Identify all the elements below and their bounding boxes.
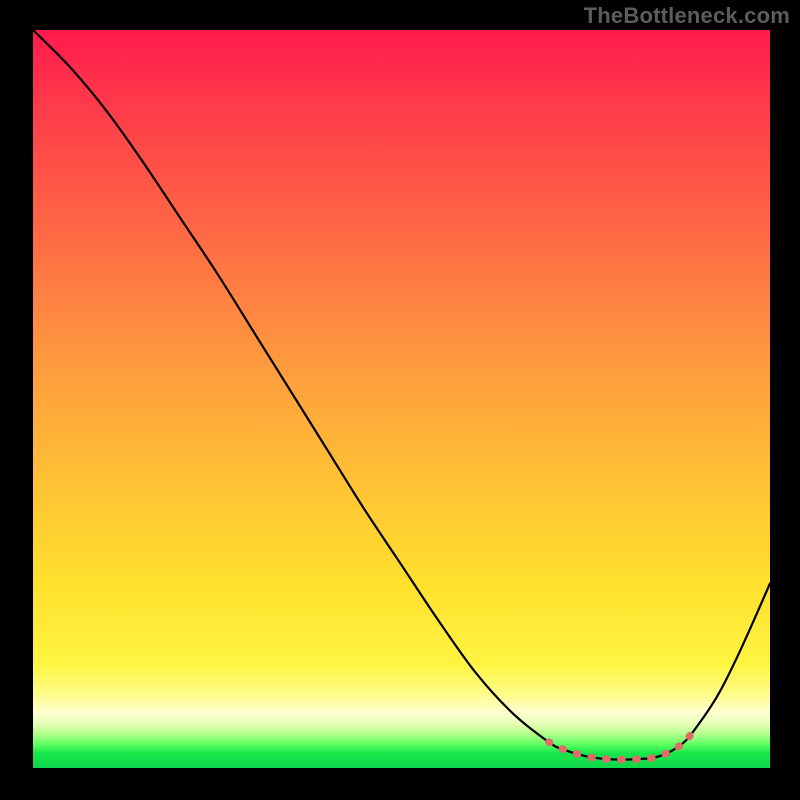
bottleneck-optimal-zone	[549, 727, 696, 759]
bottleneck-curve-svg	[33, 30, 770, 768]
bottleneck-curve	[33, 30, 770, 760]
attribution-text: TheBottleneck.com	[584, 3, 790, 29]
chart-wrapper: TheBottleneck.com	[0, 0, 800, 800]
plot-area	[33, 30, 770, 768]
